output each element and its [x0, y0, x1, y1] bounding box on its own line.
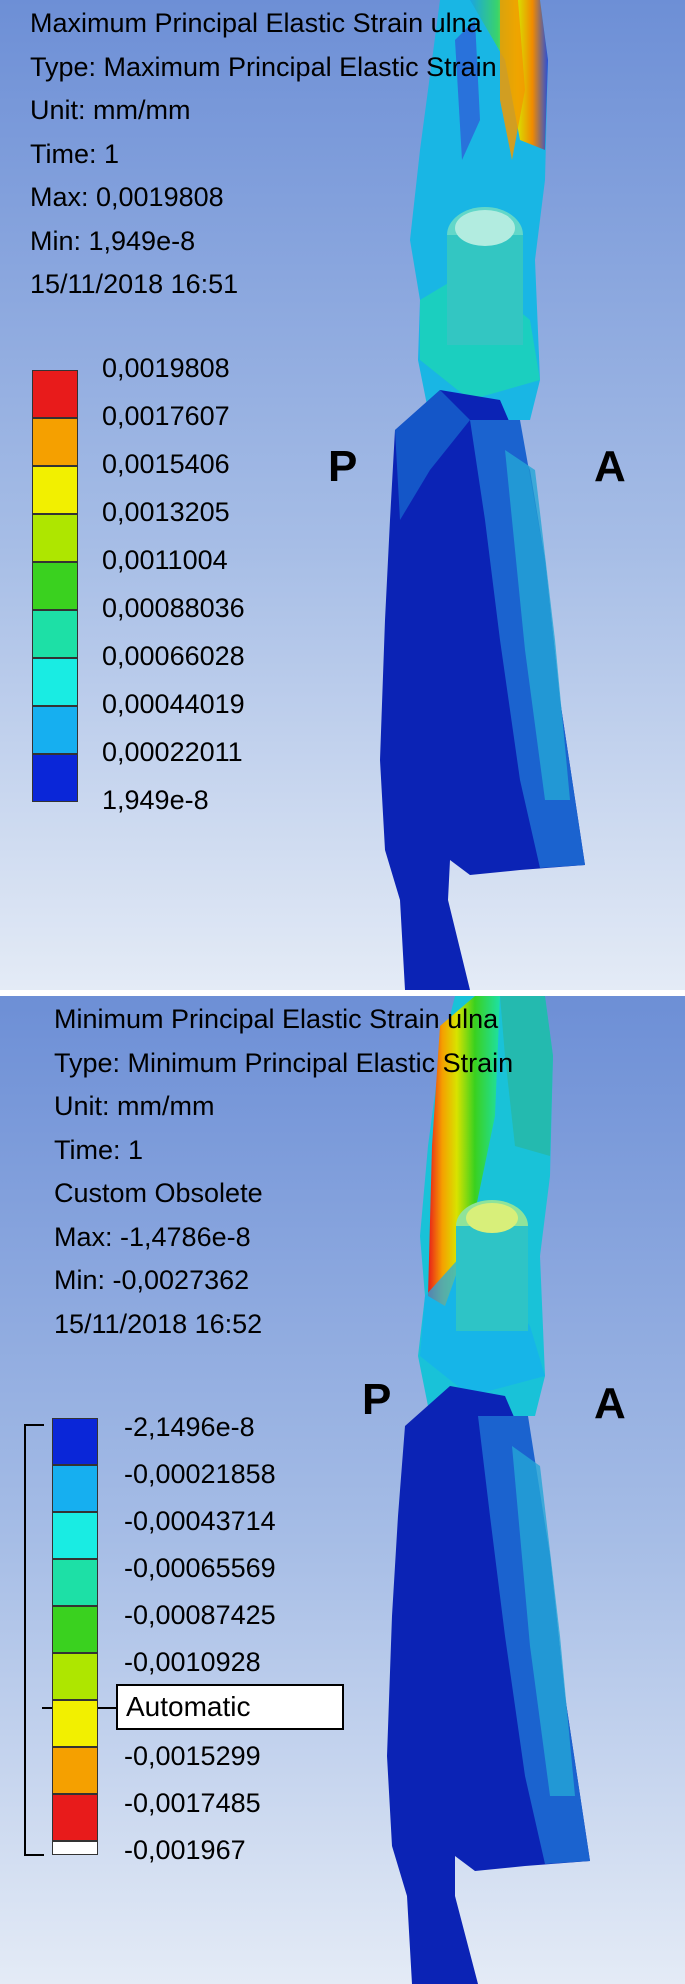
legend-band[interactable] — [32, 418, 78, 466]
legend-label[interactable]: 0,0015406 — [102, 449, 230, 479]
legend-value-edit-box[interactable]: Automatic — [116, 1684, 344, 1730]
legend-band[interactable] — [32, 562, 78, 610]
legend-band[interactable] — [32, 466, 78, 514]
legend-band[interactable] — [32, 706, 78, 754]
color-legend[interactable]: 0,0019808 0,0017607 0,0015406 0,0013205 … — [32, 353, 292, 830]
legend-label[interactable]: -0,0017485 — [124, 1788, 261, 1818]
result-min: Min: 1,949e-8 — [30, 225, 196, 256]
legend-band[interactable] — [32, 514, 78, 562]
result-info-block: Maximum Principal Elastic Strain ulna Ty… — [30, 2, 497, 307]
legend-band[interactable] — [52, 1841, 98, 1855]
legend-label[interactable]: 0,00066028 — [102, 641, 245, 671]
result-type: Type: Minimum Principal Elastic Strain — [54, 1047, 514, 1078]
legend-band[interactable] — [32, 754, 78, 802]
result-info-block: Minimum Principal Elastic Strain ulna Ty… — [54, 998, 513, 1346]
legend-band[interactable] — [52, 1700, 98, 1747]
legend-label[interactable]: -0,00087425 — [124, 1600, 276, 1630]
legend-label[interactable]: -0,0015299 — [124, 1741, 261, 1771]
result-type: Type: Maximum Principal Elastic Strain — [30, 51, 497, 82]
direction-label-anterior: A — [594, 442, 626, 491]
color-legend[interactable]: -2,1496e-8 -0,00021858 -0,00043714 -0,00… — [52, 1412, 352, 1888]
result-custom: Custom Obsolete — [54, 1178, 263, 1208]
legend-band[interactable] — [52, 1606, 98, 1653]
result-max: Max: -1,4786e-8 — [54, 1221, 251, 1252]
result-date: 15/11/2018 16:51 — [30, 269, 239, 299]
legend-band[interactable] — [52, 1747, 98, 1794]
legend-edit-bracket — [24, 1424, 44, 1856]
legend-label[interactable]: 1,949e-8 — [102, 785, 209, 815]
max-strain-viewport[interactable]: Maximum Principal Elastic Strain ulna Ty… — [0, 0, 685, 990]
legend-label[interactable]: 0,00044019 — [102, 689, 245, 719]
legend-band[interactable] — [32, 658, 78, 706]
legend-label[interactable]: -0,001967 — [124, 1835, 246, 1865]
legend-label[interactable]: 0,0011004 — [102, 545, 228, 575]
legend-label[interactable]: -2,1496e-8 — [124, 1412, 255, 1442]
direction-label-posterior: P — [328, 442, 358, 491]
legend-label[interactable]: -0,00043714 — [124, 1506, 276, 1536]
result-time: Time: 1 — [30, 138, 120, 169]
legend-label[interactable]: 0,00022011 — [102, 737, 243, 767]
result-title: Maximum Principal Elastic Strain ulna — [30, 8, 482, 38]
result-time: Time: 1 — [54, 1134, 144, 1165]
legend-band[interactable] — [52, 1794, 98, 1841]
legend-band[interactable] — [52, 1653, 98, 1700]
result-max: Max: 0,0019808 — [30, 182, 224, 212]
legend-label[interactable]: -0,00065569 — [124, 1553, 276, 1583]
legend-band[interactable] — [52, 1559, 98, 1606]
legend-band[interactable] — [32, 370, 78, 418]
result-unit: Unit: mm/mm — [30, 95, 191, 125]
legend-label[interactable]: 0,00088036 — [102, 593, 245, 623]
legend-label[interactable]: 0,0019808 — [102, 353, 230, 383]
result-unit: Unit: mm/mm — [54, 1091, 215, 1121]
legend-label[interactable]: 0,0013205 — [102, 497, 230, 527]
legend-band[interactable] — [32, 610, 78, 658]
result-title: Minimum Principal Elastic Strain ulna — [54, 1004, 499, 1034]
direction-label-posterior: P — [362, 1375, 392, 1424]
min-strain-viewport[interactable]: Minimum Principal Elastic Strain ulna Ty… — [0, 996, 685, 1984]
legend-band[interactable] — [52, 1465, 98, 1512]
legend-label[interactable]: 0,0017607 — [102, 401, 230, 431]
result-date: 15/11/2018 16:52 — [54, 1308, 263, 1339]
legend-band[interactable] — [52, 1512, 98, 1559]
direction-label-anterior: A — [594, 1379, 626, 1428]
result-min: Min: -0,0027362 — [54, 1265, 250, 1295]
legend-band[interactable] — [52, 1418, 98, 1465]
legend-label[interactable]: -0,00021858 — [124, 1459, 276, 1489]
legend-label[interactable]: -0,0010928 — [124, 1647, 261, 1677]
